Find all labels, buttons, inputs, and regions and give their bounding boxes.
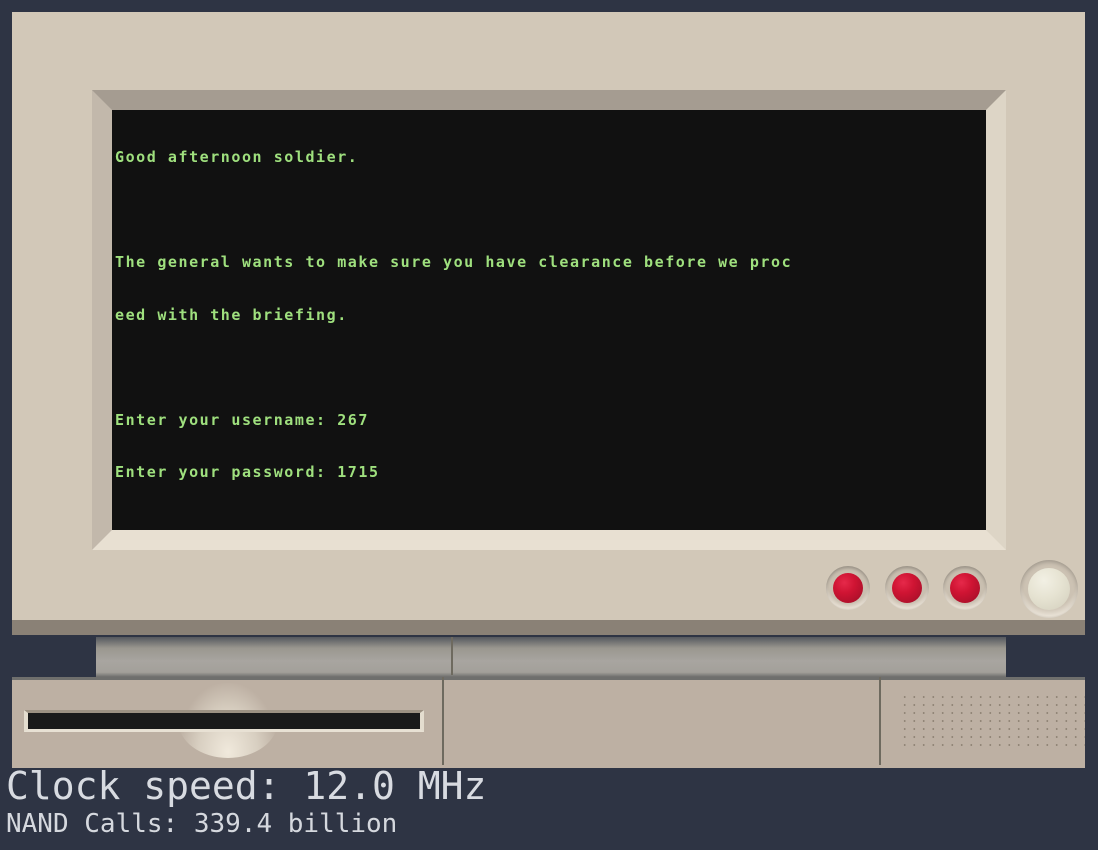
indicator-led-red-1[interactable] bbox=[833, 573, 863, 603]
led-socket-3[interactable] bbox=[943, 566, 987, 610]
led-socket-2[interactable] bbox=[885, 566, 929, 610]
front-panel-controls bbox=[826, 560, 1078, 626]
desk-background: Good afternoon soldier. The general want… bbox=[0, 0, 1098, 850]
status-readout: Clock speed: 12.0 MHz NAND Calls: 339.4 … bbox=[6, 764, 486, 840]
monitor-stand-shadow bbox=[96, 637, 1006, 681]
base-panel-divider-right bbox=[879, 677, 881, 765]
power-button[interactable] bbox=[1028, 568, 1070, 610]
terminal-line: eed with the briefing. bbox=[115, 305, 348, 324]
terminal-output: Good afternoon soldier. The general want… bbox=[115, 114, 986, 530]
terminal-line-username: Enter your username: 267 bbox=[115, 410, 369, 429]
terminal-line: Good afternoon soldier. bbox=[115, 148, 359, 166]
clock-speed-label: Clock speed: 12.0 MHz bbox=[6, 764, 487, 808]
base-panel-divider-left bbox=[442, 677, 444, 765]
floppy-disk-slot[interactable] bbox=[24, 710, 424, 732]
indicator-led-red-3[interactable] bbox=[950, 573, 980, 603]
power-button-socket[interactable] bbox=[1020, 560, 1078, 618]
indicator-led-red-2[interactable] bbox=[892, 573, 922, 603]
terminal-line-password: Enter your password: 1715 bbox=[115, 463, 380, 481]
crt-screen[interactable]: Good afternoon soldier. The general want… bbox=[112, 110, 986, 530]
nand-calls-label: NAND Calls: 339.4 billion bbox=[6, 809, 398, 839]
terminal-line: The general wants to make sure you have … bbox=[115, 253, 793, 271]
led-socket-1[interactable] bbox=[826, 566, 870, 610]
stand-panel-divider bbox=[451, 637, 453, 675]
speaker-grille bbox=[897, 690, 1085, 752]
